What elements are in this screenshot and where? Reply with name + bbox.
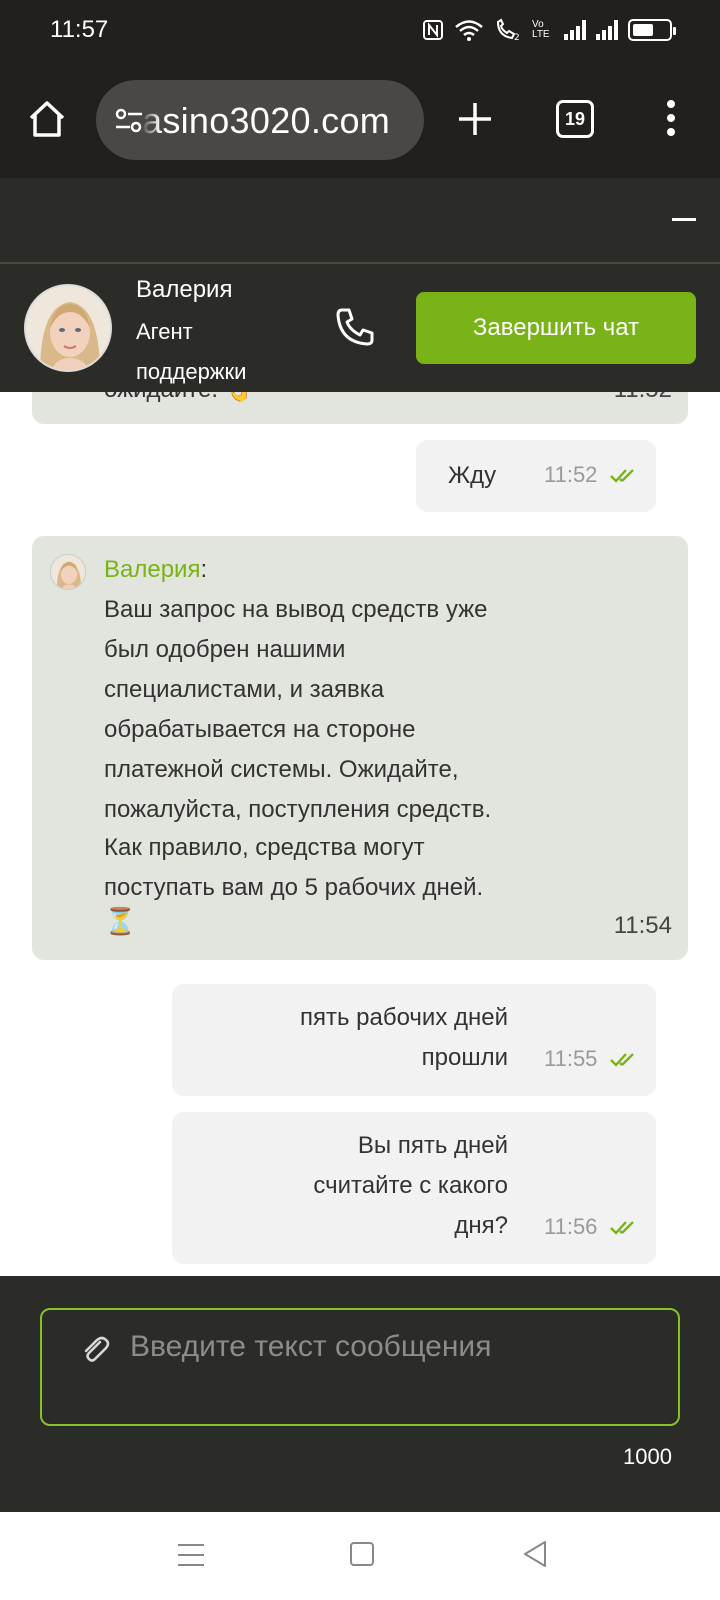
signal-icon — [564, 20, 586, 40]
message-time: 11:56 — [544, 1214, 598, 1239]
message-text: ожидайте. 👌 — [104, 392, 255, 410]
chat-top-bar — [0, 178, 720, 264]
recents-icon[interactable] — [178, 1544, 204, 1566]
signal-icon — [596, 20, 618, 40]
message-input-placeholder: Введите текст сообщения — [130, 1330, 492, 1363]
message-time: 11:54 — [613, 912, 672, 939]
phone-icon[interactable] — [334, 306, 376, 348]
agent-message: ожидайте. 👌 11:52 — [32, 392, 688, 424]
agent-message: Валерия: Ваш запрос на вывод средств уже… — [32, 536, 688, 960]
svg-text:2: 2 — [514, 33, 520, 42]
more-menu-icon[interactable] — [664, 100, 678, 140]
site-settings-icon[interactable] — [114, 106, 144, 136]
paperclip-icon[interactable] — [80, 1334, 112, 1366]
message-input[interactable]: Введите текст сообщения — [40, 1308, 680, 1426]
agent-name: Валерия — [136, 276, 233, 303]
message-time: 11:55 — [544, 1046, 598, 1071]
end-chat-button[interactable]: Завершить чат — [416, 292, 696, 364]
back-icon[interactable] — [522, 1540, 548, 1568]
url-fade — [142, 80, 160, 160]
agent-avatar-small — [50, 554, 86, 590]
system-nav-bar — [0, 1512, 720, 1600]
message-line: специалистами, и заявка — [104, 676, 385, 703]
browser-toolbar: asino3020.com 19 — [0, 64, 720, 178]
nfc-icon — [423, 20, 443, 40]
agent-avatar — [24, 284, 112, 372]
wifi-calling-icon: 2 — [496, 18, 520, 42]
read-check-icon — [610, 1221, 634, 1235]
wifi-icon — [455, 20, 483, 41]
message-line: прошли — [421, 1044, 508, 1071]
message-line: поступать вам до 5 рабочих дней. — [104, 874, 484, 901]
message-line: считайте с какого — [313, 1172, 508, 1199]
message-line: пять рабочих дней — [299, 1004, 508, 1031]
message-line: Вы пять дней — [357, 1132, 508, 1159]
agent-bar: Валерия Агент поддержки Завершить чат — [0, 264, 720, 392]
tab-switcher-button[interactable]: 19 — [556, 100, 594, 138]
message-line: Ваш запрос на вывод средств уже — [104, 596, 488, 623]
new-tab-icon[interactable] — [456, 100, 494, 138]
message-time: 11:52 — [544, 462, 598, 487]
user-message: Вы пять дней считайте с какого дня? 11:5… — [172, 1112, 656, 1264]
message-time: 11:52 — [614, 392, 672, 404]
home-icon[interactable] — [26, 98, 68, 140]
composer: Введите текст сообщения 1000 — [0, 1276, 720, 1512]
battery-icon — [628, 19, 676, 41]
message-line: дня? — [454, 1212, 508, 1239]
message-line: платежной системы. Ожидайте, — [104, 756, 459, 783]
user-message: Жду 11:52 — [416, 440, 656, 512]
volte-icon: Vo LTE — [532, 19, 550, 40]
home-nav-icon[interactable] — [350, 1542, 374, 1566]
status-bar: 11:57 2 Vo LTE — [0, 0, 720, 64]
sender-suffix: : — [200, 556, 208, 583]
message-sender: Валерия: — [104, 550, 207, 590]
hourglass-emoji: ⏳ — [104, 906, 137, 936]
url-bar[interactable]: asino3020.com — [96, 80, 424, 160]
minimize-icon[interactable] — [672, 218, 696, 221]
read-check-icon — [610, 469, 634, 483]
message-list[interactable]: ожидайте. 👌 11:52 Жду 11:52 Валерия: Ваш… — [0, 392, 720, 1276]
status-icons: 2 Vo LTE — [422, 18, 676, 42]
message-text: Жду — [448, 462, 497, 489]
sender-name: Валерия — [104, 556, 201, 583]
message-line: обрабатывается на стороне — [104, 716, 416, 743]
status-time: 11:57 — [50, 16, 109, 43]
user-message: пять рабочих дней прошли 11:55 — [172, 984, 656, 1096]
agent-role: Агент поддержки — [136, 319, 247, 384]
message-line: Как правило, средства могут — [104, 834, 425, 861]
message-line: был одобрен нашими — [104, 636, 346, 663]
url-text: asino3020.com — [142, 100, 391, 141]
read-check-icon — [610, 1053, 634, 1067]
char-counter: 1000 — [623, 1444, 672, 1469]
message-line: пожалуйста, поступления средств. — [104, 796, 492, 823]
